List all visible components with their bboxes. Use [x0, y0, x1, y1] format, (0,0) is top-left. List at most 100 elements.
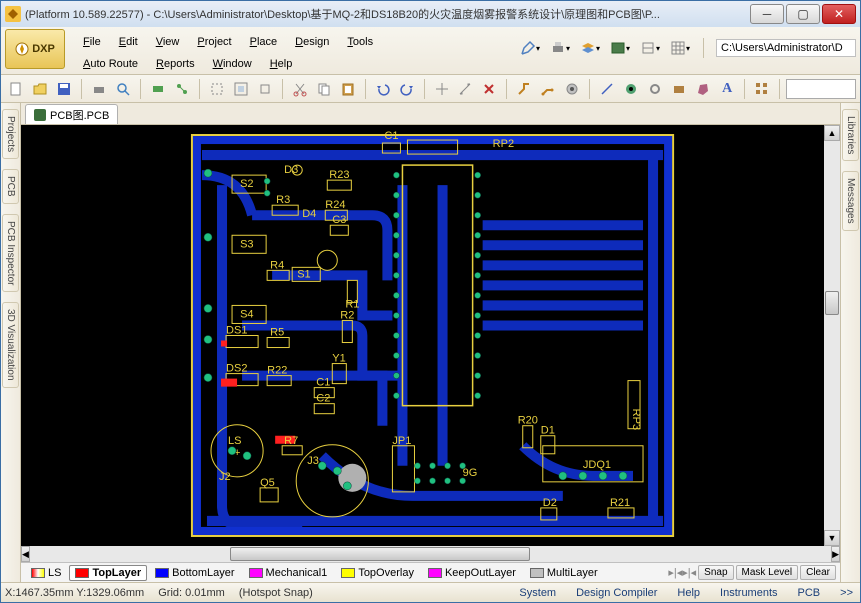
- array-icon[interactable]: [751, 78, 773, 100]
- panel-3d[interactable]: 3D Visualization: [2, 302, 19, 388]
- layer-tab-multilayer[interactable]: MultiLayer: [524, 565, 604, 581]
- menu-row-1: File Edit View Project Place Design Tool…: [75, 33, 381, 51]
- mask-level-button[interactable]: Mask Level: [736, 565, 799, 580]
- panel-pcb-inspector[interactable]: PCB Inspector: [2, 214, 19, 292]
- menu-row-2: Auto Route Reports Window Help: [75, 55, 381, 73]
- copy-icon[interactable]: [313, 78, 335, 100]
- print2-icon[interactable]: [88, 78, 110, 100]
- open-icon[interactable]: [29, 78, 51, 100]
- scroll-up-button[interactable]: ▲: [824, 125, 840, 141]
- layer-tab-toplayer[interactable]: TopLayer: [69, 565, 147, 581]
- redo-icon[interactable]: [396, 78, 418, 100]
- pencil-icon[interactable]: ▾: [519, 37, 541, 59]
- menu-autoroute[interactable]: Auto Route: [75, 55, 146, 73]
- save-icon[interactable]: [53, 78, 75, 100]
- layer-tab-bottomlayer[interactable]: BottomLayer: [149, 565, 240, 581]
- panel-messages[interactable]: Messages: [842, 171, 859, 231]
- new-icon[interactable]: [5, 78, 27, 100]
- status-more[interactable]: >>: [837, 587, 856, 599]
- scroll-left-button[interactable]: ◀: [21, 546, 30, 562]
- layer-swatch: [249, 568, 263, 578]
- cut-icon[interactable]: [289, 78, 311, 100]
- vscroll-thumb[interactable]: [825, 291, 839, 315]
- layer-tab-ls[interactable]: LS: [25, 565, 67, 581]
- status-design-compiler[interactable]: Design Compiler: [573, 587, 660, 599]
- svg-text:J2: J2: [219, 471, 231, 483]
- svg-text:R3: R3: [276, 194, 290, 206]
- menu-view[interactable]: View: [148, 33, 188, 51]
- print-icon[interactable]: ▾: [549, 37, 571, 59]
- layer-nav-icons[interactable]: ▸|◂▸|◂: [668, 566, 696, 579]
- string-icon[interactable]: A: [716, 78, 738, 100]
- status-coords: X:1467.35mm Y:1329.06mm: [5, 587, 144, 599]
- via2-icon[interactable]: [644, 78, 666, 100]
- panel-projects[interactable]: Projects: [2, 109, 19, 159]
- dxp-button[interactable]: DXP: [5, 29, 65, 69]
- scroll-right-button[interactable]: ▶: [831, 546, 840, 562]
- pad-icon[interactable]: [620, 78, 642, 100]
- layer-dropdown[interactable]: [786, 79, 856, 99]
- scroll-down-button[interactable]: ▼: [824, 530, 840, 546]
- crosshair-icon[interactable]: [431, 78, 453, 100]
- menu-tools[interactable]: Tools: [339, 33, 381, 51]
- netlist-icon[interactable]: [171, 78, 193, 100]
- doc-tab-pcb[interactable]: PCB图.PCB: [25, 104, 118, 124]
- board-icon[interactable]: ▾: [609, 37, 631, 59]
- horizontal-scrollbar[interactable]: ◀ ▶: [21, 546, 840, 562]
- status-system[interactable]: System: [516, 587, 559, 599]
- layer-swatch: [428, 568, 442, 578]
- svg-text:RP3: RP3: [630, 409, 642, 430]
- fill-icon[interactable]: [668, 78, 690, 100]
- panel-libraries[interactable]: Libraries: [842, 109, 859, 161]
- pcb-canvas[interactable]: RP2 C1 S2 D3 R23 R3 D4 R24 C3 S3 R4: [21, 125, 824, 546]
- svg-text:RP2: RP2: [493, 138, 514, 150]
- zoom-dd-icon[interactable]: ▾: [639, 37, 661, 59]
- status-hotspot: (Hotspot Snap): [239, 587, 313, 599]
- svg-text:9G: 9G: [463, 467, 478, 479]
- hscroll-thumb[interactable]: [230, 547, 530, 561]
- interactive-route-icon[interactable]: [537, 78, 559, 100]
- status-help[interactable]: Help: [674, 587, 703, 599]
- zoom-area-icon[interactable]: [206, 78, 228, 100]
- panel-pcb[interactable]: PCB: [2, 169, 19, 204]
- paste-icon[interactable]: [337, 78, 359, 100]
- zoom-fit-icon[interactable]: [230, 78, 252, 100]
- toolbar: A: [1, 75, 860, 103]
- track-icon[interactable]: [513, 78, 535, 100]
- menu-file[interactable]: File: [75, 33, 109, 51]
- menu-reports[interactable]: Reports: [148, 55, 203, 73]
- via-icon[interactable]: [561, 78, 583, 100]
- menu-help[interactable]: Help: [262, 55, 301, 73]
- menu-project[interactable]: Project: [189, 33, 239, 51]
- layer-tab-keepoutlayer[interactable]: KeepOutLayer: [422, 565, 522, 581]
- clear-button[interactable]: Clear: [800, 565, 836, 580]
- layer-label: LS: [48, 567, 61, 579]
- menu-edit[interactable]: Edit: [111, 33, 146, 51]
- status-grid: Grid: 0.01mm: [158, 587, 225, 599]
- measure-icon[interactable]: [455, 78, 477, 100]
- menu-place[interactable]: Place: [242, 33, 286, 51]
- layer-swatch: [530, 568, 544, 578]
- polygon-icon[interactable]: [692, 78, 714, 100]
- preview-icon[interactable]: [112, 78, 134, 100]
- close-button[interactable]: ✕: [822, 4, 856, 24]
- cancel-icon[interactable]: [478, 78, 500, 100]
- line-icon[interactable]: [596, 78, 618, 100]
- vertical-scrollbar[interactable]: ▲ ▼: [824, 125, 840, 546]
- menu-window[interactable]: Window: [205, 55, 260, 73]
- component-icon[interactable]: [147, 78, 169, 100]
- layers-icon[interactable]: ▾: [579, 37, 601, 59]
- undo-icon[interactable]: [372, 78, 394, 100]
- status-instruments[interactable]: Instruments: [717, 587, 780, 599]
- layer-label: BottomLayer: [172, 567, 234, 579]
- snap-button[interactable]: Snap: [698, 565, 733, 580]
- minimize-button[interactable]: ─: [750, 4, 784, 24]
- layer-tab-mechanical1[interactable]: Mechanical1: [243, 565, 334, 581]
- menu-design[interactable]: Design: [287, 33, 337, 51]
- grid-icon[interactable]: ▾: [669, 37, 691, 59]
- maximize-button[interactable]: ▢: [786, 4, 820, 24]
- zoom-sel-icon[interactable]: [254, 78, 276, 100]
- layer-tab-topoverlay[interactable]: TopOverlay: [335, 565, 420, 581]
- svg-text:S2: S2: [240, 178, 253, 190]
- status-pcb[interactable]: PCB: [795, 587, 824, 599]
